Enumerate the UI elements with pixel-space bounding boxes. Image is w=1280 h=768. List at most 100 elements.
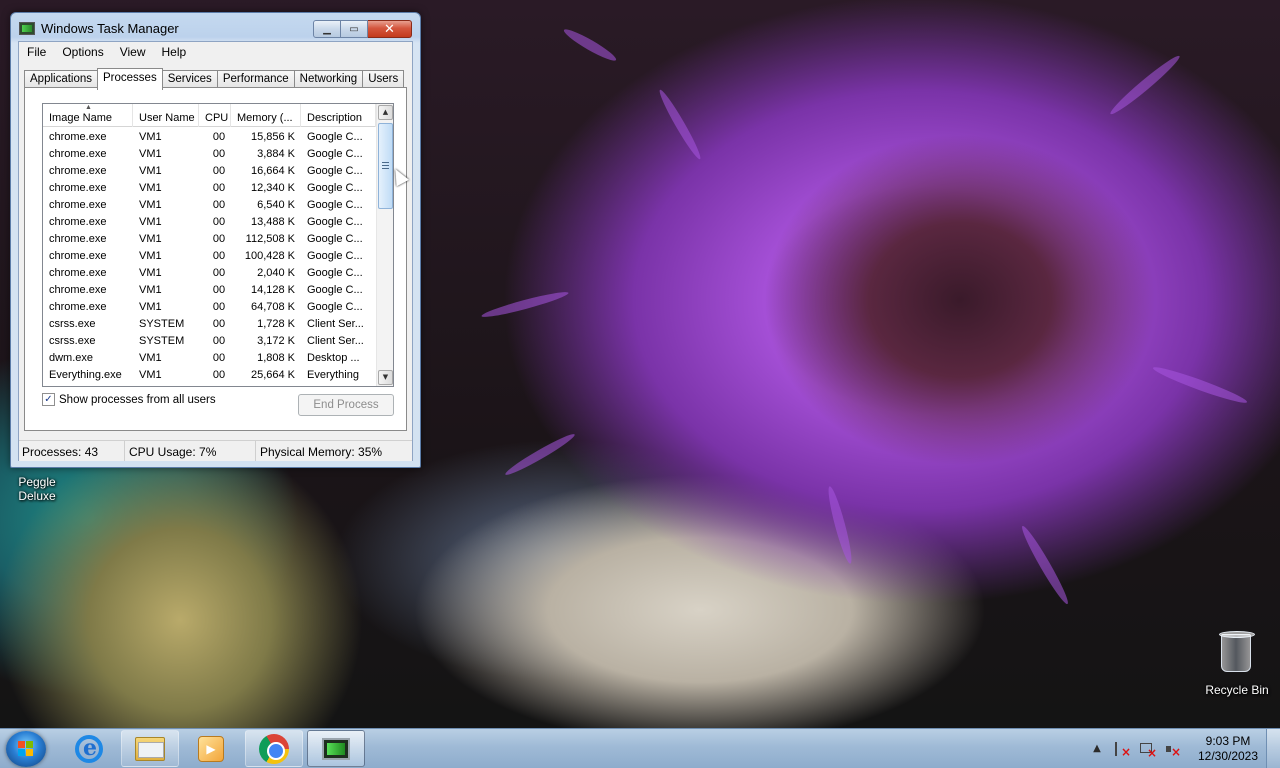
scrollbar-thumb[interactable] <box>378 123 393 209</box>
show-all-processes-option[interactable]: ✓ Show processes from all users <box>42 393 216 406</box>
maximize-button[interactable]: ▭ <box>341 20 368 38</box>
process-description: Client Ser... <box>307 318 364 330</box>
status-process-count: Processes: 43 <box>19 441 125 461</box>
recycle-bin-icon[interactable] <box>1215 630 1257 674</box>
process-cpu: 00 <box>212 335 226 347</box>
close-button[interactable]: ✕ <box>368 20 412 38</box>
taskbar-chrome[interactable] <box>245 730 303 767</box>
taskbar-windows-explorer[interactable] <box>121 730 179 767</box>
column-image-name[interactable]: ▲ Image Name <box>43 104 133 127</box>
table-row[interactable]: chrome.exe VM1 00 3,884 K Google C... <box>43 146 376 163</box>
process-description: Client Ser... <box>307 335 364 347</box>
start-button[interactable] <box>6 731 46 767</box>
scroll-down-arrow-icon[interactable]: ▼ <box>378 370 393 385</box>
title-bar[interactable]: Windows Task Manager ▁ ▭ ✕ <box>11 13 420 43</box>
process-image-name: chrome.exe <box>49 199 107 211</box>
process-memory: 12,340 K <box>250 182 295 194</box>
process-description: Google C... <box>307 131 363 143</box>
menu-bar: File Options View Help <box>19 42 412 62</box>
process-image-name: chrome.exe <box>49 233 107 245</box>
process-description: Google C... <box>307 301 363 313</box>
table-row[interactable]: chrome.exe VM1 00 100,428 K Google C... <box>43 248 376 265</box>
process-cpu: 00 <box>212 148 226 160</box>
caption-buttons: ▁ ▭ ✕ <box>313 20 412 38</box>
table-row[interactable]: chrome.exe VM1 00 6,540 K Google C... <box>43 197 376 214</box>
process-memory: 14,128 K <box>250 284 295 296</box>
process-image-name: csrss.exe <box>49 335 96 347</box>
internet-explorer-icon <box>75 734 103 763</box>
process-description: Google C... <box>307 267 363 279</box>
menu-help[interactable]: Help <box>154 42 195 62</box>
media-player-icon: ▶ <box>198 735 224 762</box>
process-description: Everything <box>307 369 359 381</box>
table-row[interactable]: chrome.exe VM1 00 12,340 K Google C... <box>43 180 376 197</box>
process-user-name: VM1 <box>139 284 162 296</box>
process-image-name: chrome.exe <box>49 165 107 177</box>
menu-file[interactable]: File <box>19 42 54 62</box>
process-user-name: VM1 <box>139 165 162 177</box>
process-image-name: chrome.exe <box>49 182 107 194</box>
process-cpu: 00 <box>212 182 226 194</box>
volume-icon[interactable] <box>1165 741 1181 760</box>
action-center-flag-icon[interactable] <box>1115 742 1131 760</box>
process-image-name: chrome.exe <box>49 148 107 160</box>
task-manager-window[interactable]: Windows Task Manager ▁ ▭ ✕ File Options … <box>10 12 421 468</box>
taskbar-media-player[interactable]: ▶ <box>182 730 240 767</box>
process-rows: chrome.exe VM1 00 15,856 K Google C... chrome… <box>43 129 376 384</box>
table-row[interactable]: dwm.exe VM1 00 1,808 K Desktop ... <box>43 350 376 367</box>
column-memory[interactable]: Memory (... <box>231 104 301 127</box>
table-row[interactable]: Everything.exe VM1 00 25,664 K Everything <box>43 367 376 384</box>
table-row[interactable]: chrome.exe VM1 00 16,664 K Google C... <box>43 163 376 180</box>
menu-view[interactable]: View <box>112 42 154 62</box>
show-desktop-button[interactable] <box>1266 729 1280 768</box>
clock[interactable]: 9:03 PM 12/30/2023 <box>1190 734 1266 764</box>
processes-tab-panel: ▲ Image Name User Name CPU Memory (... D… <box>24 87 407 431</box>
process-memory: 112,508 K <box>245 233 295 245</box>
table-row[interactable]: chrome.exe VM1 00 15,856 K Google C... <box>43 129 376 146</box>
process-description: Google C... <box>307 165 363 177</box>
process-memory: 16,664 K <box>250 165 295 177</box>
process-user-name: VM1 <box>139 131 162 143</box>
table-row[interactable]: chrome.exe VM1 00 64,708 K Google C... <box>43 299 376 316</box>
process-memory: 64,708 K <box>250 301 295 313</box>
process-list[interactable]: ▲ Image Name User Name CPU Memory (... D… <box>42 103 394 387</box>
process-cpu: 00 <box>212 267 226 279</box>
show-hidden-icons-chevron-icon[interactable]: ▲ <box>1089 741 1105 757</box>
process-description: Google C... <box>307 250 363 262</box>
table-row[interactable]: csrss.exe SYSTEM 00 3,172 K Client Ser... <box>43 333 376 350</box>
column-description[interactable]: Description <box>301 104 376 127</box>
status-bar: Processes: 43 CPU Usage: 7% Physical Mem… <box>19 440 412 461</box>
peggle-deluxe-shortcut[interactable]: Peggle Deluxe <box>14 475 60 503</box>
process-cpu: 00 <box>212 284 226 296</box>
taskbar-task-manager[interactable] <box>307 730 365 767</box>
show-all-checkbox[interactable]: ✓ <box>42 393 55 406</box>
taskbar-internet-explorer[interactable] <box>60 730 118 767</box>
network-icon[interactable] <box>1139 741 1157 761</box>
process-image-name: chrome.exe <box>49 284 107 296</box>
task-manager-icon <box>322 737 350 760</box>
clock-date: 12/30/2023 <box>1197 749 1259 763</box>
table-row[interactable]: chrome.exe VM1 00 112,508 K Google C... <box>43 231 376 248</box>
windows-logo-icon <box>18 741 34 757</box>
taskbar: ▶ ▲ 9:03 PM 12/30/2023 <box>0 728 1280 768</box>
table-row[interactable]: csrss.exe SYSTEM 00 1,728 K Client Ser... <box>43 316 376 333</box>
process-memory: 1,808 K <box>257 352 295 364</box>
tab-processes[interactable]: Processes <box>97 68 163 90</box>
process-memory: 15,856 K <box>250 131 295 143</box>
table-row[interactable]: chrome.exe VM1 00 13,488 K Google C... <box>43 214 376 231</box>
process-description: Desktop ... <box>307 352 360 364</box>
recycle-bin-label[interactable]: Recycle Bin <box>1203 683 1271 697</box>
column-user-name[interactable]: User Name <box>133 104 199 127</box>
process-image-name: chrome.exe <box>49 250 107 262</box>
process-description: Google C... <box>307 233 363 245</box>
status-physical-memory: Physical Memory: 35% <box>260 445 383 459</box>
table-row[interactable]: chrome.exe VM1 00 2,040 K Google C... <box>43 265 376 282</box>
scroll-up-arrow-icon[interactable]: ▲ <box>378 105 393 120</box>
table-row[interactable]: chrome.exe VM1 00 14,128 K Google C... <box>43 282 376 299</box>
menu-options[interactable]: Options <box>54 42 111 62</box>
end-process-button[interactable]: End Process <box>298 394 394 416</box>
process-list-scrollbar[interactable]: ▲ ▼ <box>376 104 393 386</box>
minimize-button[interactable]: ▁ <box>313 20 341 38</box>
column-cpu[interactable]: CPU <box>199 104 231 127</box>
window-title: Windows Task Manager <box>41 21 179 36</box>
